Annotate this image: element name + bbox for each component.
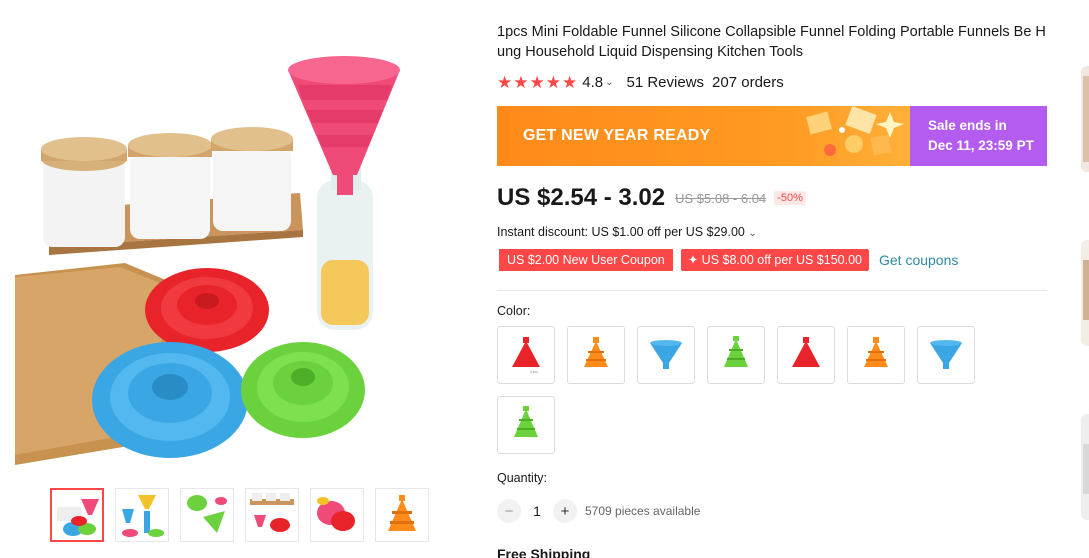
sale-ends-date: Dec 11, 23:59 PT [928,138,1034,153]
swatch-red-2[interactable] [777,326,835,384]
thumbnail-strip [50,488,429,542]
funnel-orange-icon [584,337,608,367]
swatch-orange-2[interactable] [847,326,905,384]
quantity-stepper: − 1 + 5709 pieces available [497,499,700,523]
store-coupon[interactable]: ✦ US $8.00 off per US $150.00 [680,249,869,271]
thumbnail-1[interactable] [50,488,104,542]
discount-badge: -50% [774,191,806,205]
swatch-blue[interactable] [637,326,695,384]
product-photo [15,15,465,472]
swatch-blue-2[interactable] [917,326,975,384]
star-icon: ★ [513,72,529,92]
rating-value[interactable]: 4.8 [582,74,603,91]
promo-banner-left: GET NEW YEAR READY [497,106,910,166]
promo-text: GET NEW YEAR READY [523,127,711,144]
increase-quantity-button[interactable]: + [553,499,577,523]
price-row: US $2.54 - 3.02 US $5.08 - 6.04 -50% [497,183,806,213]
orders-count: 207 orders [712,73,784,91]
star-icon: ★ [529,72,545,92]
swatch-green-2[interactable] [497,396,555,454]
funnel-blue-icon [930,340,962,369]
side-recommendation-card[interactable] [1081,240,1089,346]
funnel-green-icon [724,336,748,367]
thumb-image [246,489,298,541]
funnel-blue-icon [650,340,682,369]
rating-row: ★ ★ ★ ★ ★ 4.8 ⌄ 51 Reviews 207 orders [497,72,784,92]
thumbnail-6[interactable] [375,488,429,542]
thumbnail-4[interactable] [245,488,299,542]
swatch-red[interactable]: 4.7cm [497,326,555,384]
quantity-input[interactable]: 1 [521,503,553,519]
quantity-label: Quantity: [497,471,548,485]
instant-discount-text: Instant discount: US $1.00 off per US $2… [497,225,745,239]
thumb-image [376,489,428,541]
star-icon: ★ [497,72,513,92]
shipping-info: Free Shipping [497,546,591,558]
funnel-green-icon [514,406,538,437]
main-product-image[interactable] [15,15,465,472]
available-stock: 5709 pieces available [585,504,701,518]
thumb-image [116,489,168,541]
swatch-green[interactable] [707,326,765,384]
thumb-image [311,489,363,541]
original-price: US $5.08 - 6.04 [675,190,767,206]
thumbnail-3[interactable] [180,488,234,542]
get-coupons-link[interactable]: Get coupons [879,252,958,268]
star-rating: ★ ★ ★ ★ ★ [497,74,577,91]
sale-ends-label: Sale ends in [928,118,1007,133]
svg-text:4.7cm: 4.7cm [530,370,539,374]
color-swatches: 4.7cm [497,326,987,454]
instant-discount[interactable]: Instant discount: US $1.00 off per US $2… [497,225,757,239]
swatch-orange[interactable] [567,326,625,384]
side-recommendation-card[interactable] [1081,414,1089,520]
gift-decoration-icon [806,106,904,156]
decrease-quantity-button[interactable]: − [497,499,521,523]
star-icon: ★ [562,72,578,92]
funnel-red-icon [792,337,820,367]
thumb-image [53,491,101,539]
side-card-image [1081,66,1089,172]
product-title: 1pcs Mini Foldable Funnel Silicone Colla… [497,24,1046,60]
thumbnail-2[interactable] [115,488,169,542]
funnel-orange-icon [864,337,888,367]
chevron-down-icon[interactable]: ⌄ [748,228,756,239]
thumb-image [181,489,233,541]
color-label: Color: [497,304,531,318]
divider [497,290,1047,291]
chevron-down-icon[interactable]: ⌄ [605,77,613,88]
side-recommendation-card[interactable] [1081,66,1089,172]
new-user-coupon[interactable]: US $2.00 New User Coupon [497,249,675,271]
star-icon: ★ [545,72,561,92]
side-card-image [1081,240,1089,346]
sale-timer: Sale ends in Dec 11, 23:59 PT [910,106,1047,166]
coupon-row: US $2.00 New User Coupon ✦ US $8.00 off … [497,249,958,271]
side-card-image [1081,414,1089,520]
promo-banner[interactable]: GET NEW YEAR READY Sale ends in Dec 11, … [497,106,1047,166]
reviews-link[interactable]: 51 Reviews [627,74,705,91]
thumbnail-5[interactable] [310,488,364,542]
current-price: US $2.54 - 3.02 [497,184,666,211]
funnel-red-icon: 4.7cm [512,337,540,374]
